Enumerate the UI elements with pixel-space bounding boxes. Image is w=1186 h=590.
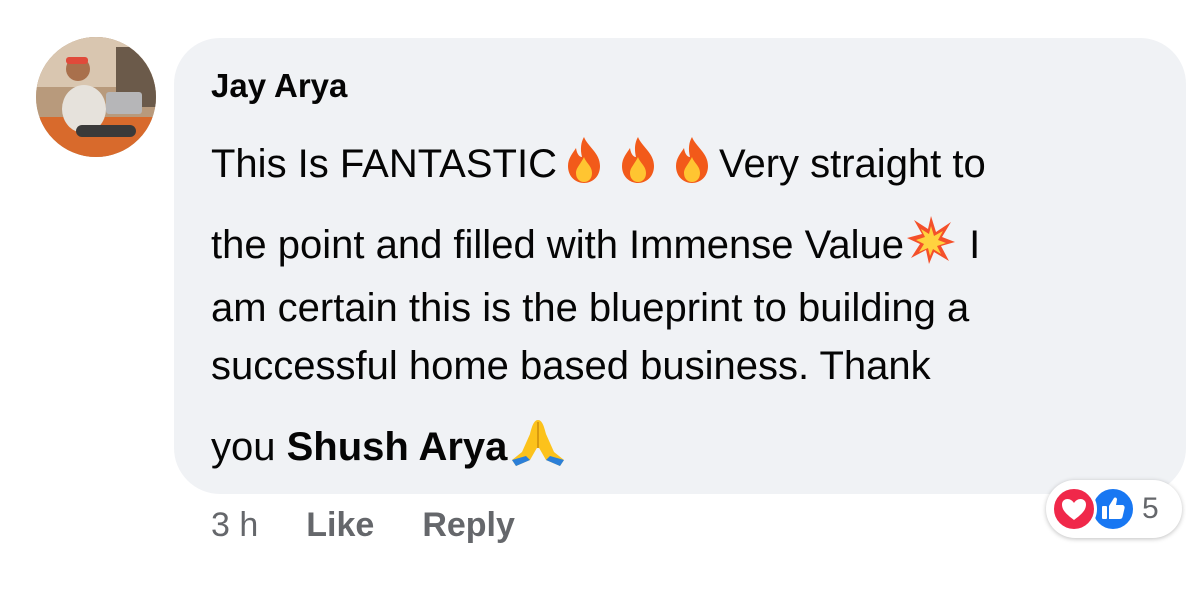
reaction-count: 5 bbox=[1142, 492, 1159, 525]
comment-text: successful home based business. Thank bbox=[211, 344, 931, 388]
fire-emoji bbox=[612, 133, 664, 197]
fire-emoji bbox=[666, 133, 718, 197]
comment-author[interactable]: Jay Arya bbox=[211, 66, 347, 106]
comment-line-1: This Is FANTASTIC Very straight to bbox=[211, 133, 986, 197]
comment-line-3: am certain this is the blueprint to buil… bbox=[211, 283, 969, 333]
comment-actions: 3 h Like Reply bbox=[211, 502, 563, 548]
reactions-summary[interactable]: 5 bbox=[1046, 480, 1182, 538]
avatar[interactable] bbox=[36, 37, 156, 157]
comment-line-2: the point and filled with Immense Value … bbox=[211, 214, 980, 278]
comment-text: I bbox=[958, 223, 981, 267]
comment-thread: Jay Arya This Is FANTASTIC Very straight… bbox=[0, 0, 1186, 590]
love-icon bbox=[1051, 486, 1097, 532]
reply-button[interactable]: Reply bbox=[422, 506, 515, 544]
comment-text: the point and filled with Immense Value bbox=[211, 223, 904, 267]
like-button[interactable]: Like bbox=[306, 506, 374, 544]
collision-emoji bbox=[905, 214, 957, 278]
comment-text: you bbox=[211, 425, 287, 469]
mentioned-user[interactable]: Shush Arya bbox=[287, 425, 508, 469]
comment-line-4: successful home based business. Thank bbox=[211, 341, 931, 391]
comment-text: This Is FANTASTIC bbox=[211, 142, 557, 186]
folded-hands-emoji bbox=[508, 416, 568, 480]
comment-line-5: you Shush Arya bbox=[211, 416, 569, 480]
fire-emoji bbox=[558, 133, 610, 197]
comment-timestamp[interactable]: 3 h bbox=[211, 506, 258, 544]
comment-text: Very straight to bbox=[718, 142, 986, 186]
comment-text: am certain this is the blueprint to buil… bbox=[211, 286, 970, 330]
